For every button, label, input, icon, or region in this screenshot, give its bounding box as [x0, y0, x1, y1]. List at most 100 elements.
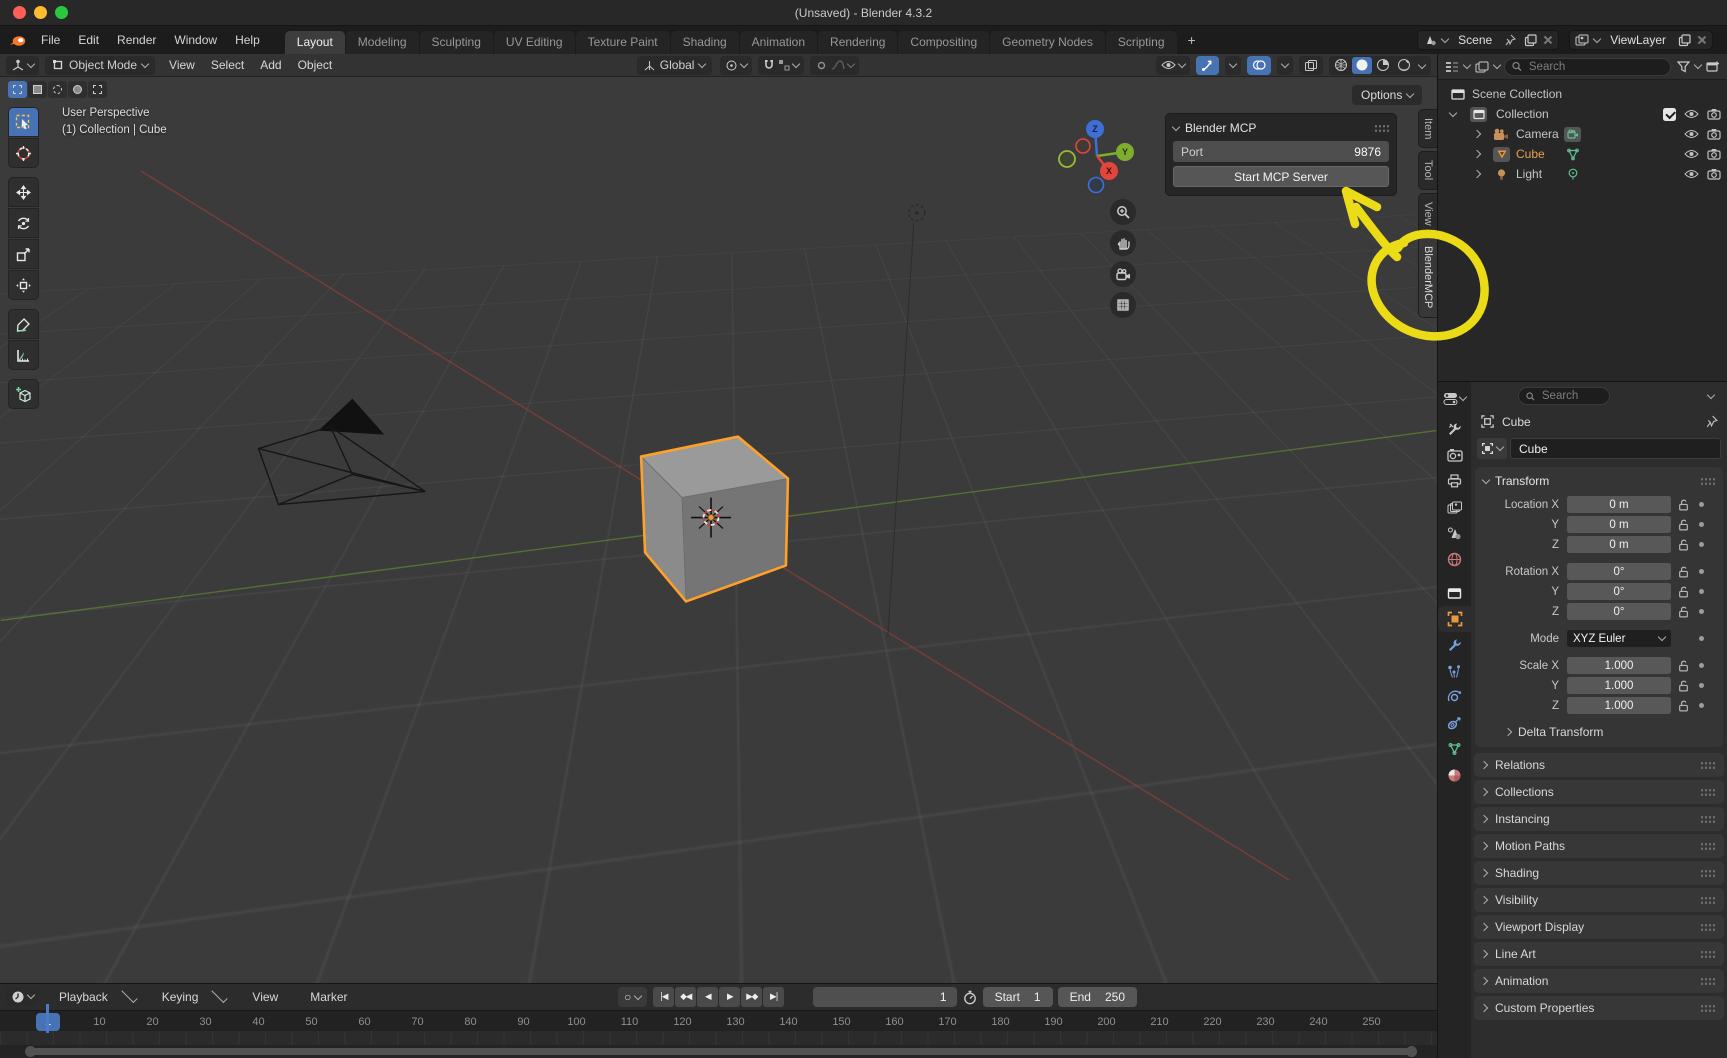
shading-dropdown-icon[interactable] — [1418, 61, 1426, 69]
animate-property-dot[interactable] — [1699, 542, 1704, 547]
disable-in-renders-icon[interactable] — [1707, 148, 1721, 160]
keying-menu[interactable]: Keying — [146, 986, 237, 1008]
start-mcp-server-button[interactable]: Start MCP Server — [1173, 166, 1389, 187]
gizmos-dropdown[interactable] — [1225, 56, 1241, 75]
shading-wireframe-button[interactable] — [1331, 57, 1351, 74]
property-section-header[interactable]: Visibility — [1474, 888, 1724, 912]
new-scene-icon[interactable] — [1522, 32, 1538, 48]
property-section-header[interactable]: Relations — [1474, 753, 1724, 777]
select-mode-circle[interactable] — [48, 81, 67, 98]
properties-editor-type-button[interactable] — [1443, 386, 1466, 410]
shading-material-button[interactable] — [1373, 57, 1393, 74]
tool-select-box[interactable] — [8, 107, 39, 137]
transport-button[interactable]: |◀ — [653, 987, 674, 1007]
outliner-search-input[interactable] — [1527, 60, 1663, 74]
properties-tab-output[interactable] — [1438, 468, 1471, 494]
object-name-field[interactable]: Cube — [1510, 438, 1721, 459]
snap-toggle-dropdown[interactable] — [758, 56, 804, 75]
lock-open-icon[interactable] — [1678, 519, 1689, 531]
location-z-field[interactable]: 0 m — [1567, 536, 1671, 553]
transport-button[interactable]: ▶ — [719, 987, 740, 1007]
property-section-header[interactable]: Collections — [1474, 780, 1724, 804]
chevron-down-icon[interactable] — [1493, 61, 1501, 69]
shading-solid-button[interactable] — [1352, 57, 1372, 74]
disable-in-renders-icon[interactable] — [1707, 108, 1721, 120]
chevron-down-icon[interactable] — [1441, 34, 1449, 42]
sidebar-tab[interactable]: View — [1418, 193, 1437, 235]
camera-data-icon[interactable] — [1564, 127, 1581, 142]
pin-icon[interactable] — [1705, 415, 1718, 428]
overlays-toggle[interactable] — [1247, 56, 1271, 75]
remove-view-layer-icon[interactable] — [1696, 34, 1708, 46]
properties-tab-world[interactable] — [1438, 546, 1471, 572]
workspace-tab[interactable]: UV Editing — [494, 31, 575, 54]
viewport-menu-item[interactable]: Object — [290, 56, 341, 74]
sidebar-tab[interactable]: Item — [1418, 109, 1437, 148]
panel-grip-icon[interactable] — [1700, 1004, 1715, 1013]
sidebar-tab[interactable]: Tool — [1418, 151, 1437, 189]
chevron-down-icon[interactable] — [1593, 34, 1601, 42]
properties-search-input[interactable] — [1540, 389, 1602, 403]
panel-grip-icon[interactable] — [1700, 815, 1715, 824]
timeline-ruler[interactable]: 1 10203040506070809010011012013014015016… — [0, 1010, 1437, 1032]
properties-tab-scene[interactable] — [1438, 520, 1471, 546]
menubar-item[interactable]: Edit — [69, 30, 108, 50]
outliner-filter-collection-icon[interactable] — [1474, 59, 1490, 75]
select-mode-extend[interactable] — [88, 81, 107, 98]
viewport-3d[interactable]: Object Mode ViewSelectAddObject Global — [0, 54, 1437, 983]
pin-icon[interactable] — [1502, 32, 1518, 48]
disable-in-renders-icon[interactable] — [1707, 168, 1721, 180]
playback-menu[interactable]: Playback — [43, 986, 146, 1008]
property-section-header[interactable]: Custom Properties — [1474, 996, 1724, 1020]
stopwatch-icon[interactable] — [962, 989, 978, 1005]
property-section-header[interactable]: Viewport Display — [1474, 915, 1724, 939]
view-menu[interactable]: View — [236, 986, 294, 1008]
animate-property-dot[interactable] — [1699, 663, 1704, 668]
properties-tab-material[interactable] — [1438, 762, 1471, 788]
transport-button[interactable]: ▶| — [763, 987, 784, 1007]
menubar-item[interactable]: File — [32, 30, 69, 50]
expand-icon[interactable] — [1473, 170, 1481, 178]
panel-grip-icon[interactable] — [1700, 842, 1715, 851]
animate-property-dot[interactable] — [1699, 703, 1704, 708]
object-id-dropdown[interactable] — [1477, 438, 1507, 459]
frame-end-field[interactable]: End250 — [1058, 987, 1137, 1007]
breadcrumb-object-name[interactable]: Cube — [1502, 415, 1531, 429]
location-y-field[interactable]: 0 m — [1567, 516, 1671, 533]
unlink-scene-icon[interactable] — [1542, 34, 1554, 46]
visibility-dropdown[interactable] — [1156, 56, 1190, 75]
outliner-display-mode-dropdown[interactable] — [1444, 59, 1460, 75]
marker-menu[interactable]: Marker — [294, 986, 363, 1008]
playhead[interactable] — [46, 1004, 49, 1033]
scale-z-field[interactable]: 1.000 — [1567, 697, 1671, 714]
animate-property-dot[interactable] — [1699, 502, 1704, 507]
animate-property-dot[interactable] — [1699, 683, 1704, 688]
transport-button[interactable]: ▶◆ — [741, 987, 762, 1007]
workspace-tab[interactable]: Layout — [285, 31, 345, 54]
lock-open-icon[interactable] — [1678, 539, 1689, 551]
hide-in-viewport-icon[interactable] — [1684, 129, 1699, 139]
expand-icon[interactable] — [1473, 150, 1481, 158]
rotation-x-field[interactable]: 0° — [1567, 563, 1671, 580]
add-workspace-button[interactable]: + — [1180, 30, 1204, 50]
animate-property-dot[interactable] — [1699, 609, 1704, 614]
properties-tab-object[interactable] — [1438, 606, 1471, 632]
tool-add-primitive[interactable] — [8, 379, 39, 409]
outliner-row-collection[interactable]: Collection — [1438, 104, 1727, 124]
tool-rotate[interactable] — [8, 208, 39, 238]
workspace-tab[interactable]: Animation — [740, 31, 817, 54]
proportional-editing-dropdown[interactable] — [810, 56, 859, 75]
chevron-down-icon[interactable] — [1463, 61, 1471, 69]
blender-logo-icon[interactable] — [6, 31, 28, 49]
workspace-tab[interactable]: Scripting — [1106, 31, 1177, 54]
property-section-header[interactable]: Motion Paths — [1474, 834, 1724, 858]
hide-in-viewport-icon[interactable] — [1684, 149, 1699, 159]
workspace-tab[interactable]: Geometry Nodes — [990, 31, 1105, 54]
timeline-editor-type-button[interactable] — [6, 987, 39, 1006]
lock-open-icon[interactable] — [1678, 700, 1689, 712]
pan-view-button[interactable] — [1110, 230, 1136, 256]
workspace-tab[interactable]: Sculpting — [420, 31, 493, 54]
properties-tab-constraints[interactable] — [1438, 710, 1471, 736]
light-data-icon[interactable] — [1564, 166, 1582, 182]
collection-checkbox[interactable] — [1663, 108, 1676, 121]
